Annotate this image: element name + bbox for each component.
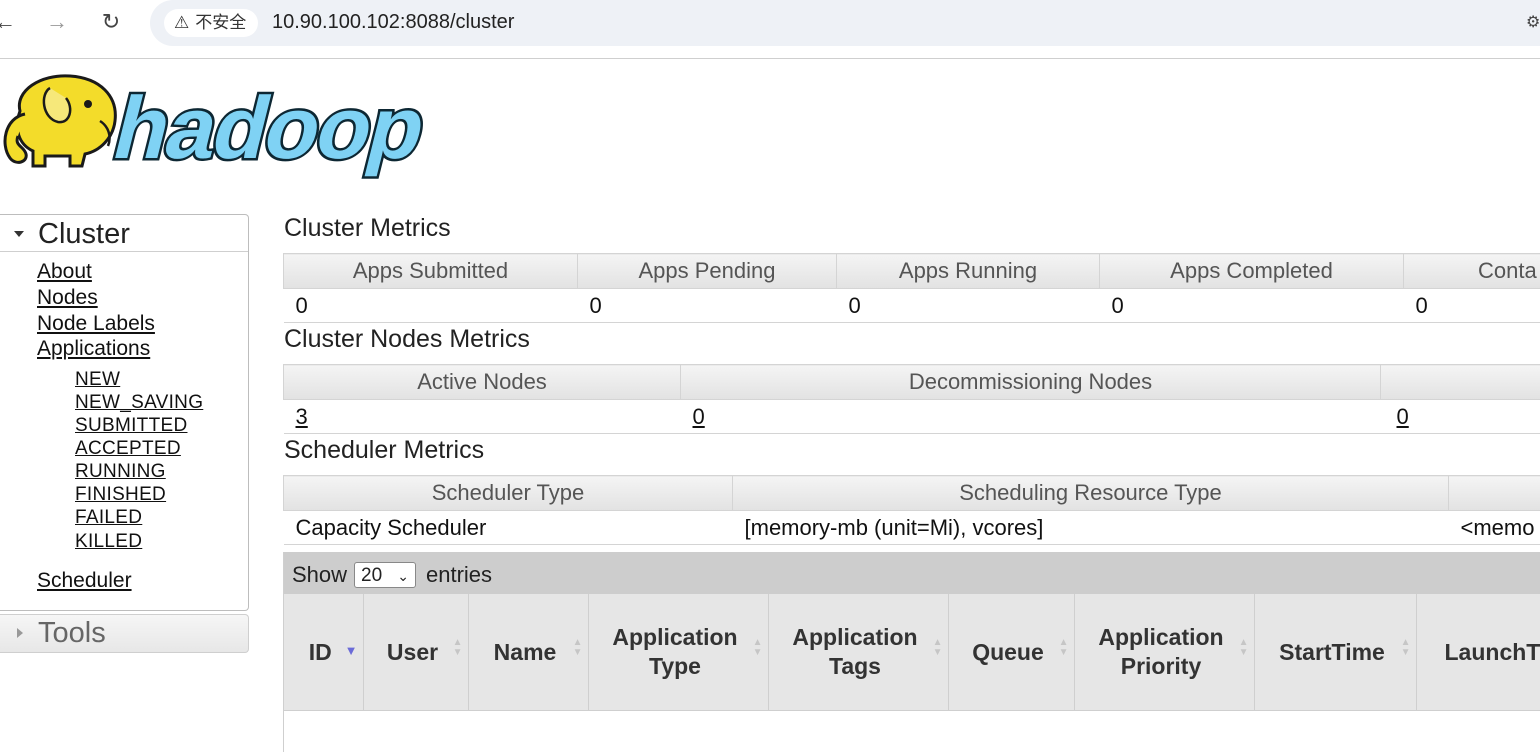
value-apps-completed: 0 bbox=[1100, 289, 1404, 323]
scheduler-metrics-table: Scheduler Type Scheduling Resource Type … bbox=[283, 475, 1540, 545]
value-apps-submitted: 0 bbox=[284, 289, 578, 323]
sidebar-cluster-panel: Cluster About Nodes Node Labels Applicat… bbox=[0, 214, 249, 611]
sidebar-link-applications[interactable]: Applications bbox=[37, 337, 150, 361]
sort-icon: ▲▼ bbox=[933, 638, 943, 658]
column-header-application-type[interactable]: Application Type▲▼ bbox=[588, 594, 768, 711]
column-header-launchtime[interactable]: LaunchTi bbox=[1416, 594, 1540, 711]
header-apps-completed: Apps Completed bbox=[1100, 254, 1404, 289]
value-decommissioning-nodes[interactable]: 0 bbox=[693, 404, 705, 429]
column-header-id[interactable]: ID▼ bbox=[284, 594, 363, 711]
entries-toolbar: Show 20 ⌄ entries bbox=[284, 552, 1540, 594]
column-header-queue[interactable]: Queue▲▼ bbox=[948, 594, 1074, 711]
column-header-user[interactable]: User▲▼ bbox=[363, 594, 468, 711]
value-active-nodes[interactable]: 3 bbox=[296, 404, 308, 429]
url-text[interactable]: 10.90.100.102:8088/cluster bbox=[272, 11, 514, 34]
cluster-metrics-table: Apps Submitted Apps Pending Apps Running… bbox=[283, 253, 1540, 323]
cluster-section-title: Cluster bbox=[38, 218, 130, 251]
elephant-icon bbox=[5, 76, 115, 166]
column-header-application-priority[interactable]: Application Priority▲▼ bbox=[1074, 594, 1254, 711]
applications-table-wrapper: Show 20 ⌄ entries ID▼ User▲▼ Name▲▼ Appl… bbox=[283, 552, 1540, 752]
header-scheduling-resource-type: Scheduling Resource Type bbox=[733, 476, 1449, 511]
sidebar-link-scheduler[interactable]: Scheduler bbox=[37, 569, 132, 593]
cluster-section-header[interactable]: Cluster bbox=[0, 215, 248, 252]
header-scheduler-more bbox=[1449, 476, 1540, 511]
caret-down-icon bbox=[14, 231, 24, 237]
header-scheduler-type: Scheduler Type bbox=[284, 476, 733, 511]
sidebar-link-node-labels[interactable]: Node Labels bbox=[37, 312, 155, 336]
browser-menu-icon[interactable]: ⚙ bbox=[1526, 12, 1540, 32]
sort-desc-icon: ▼ bbox=[345, 646, 358, 656]
value-scheduling-resource-type: [memory-mb (unit=Mi), vcores] bbox=[733, 511, 1449, 545]
nodes-metrics-title: Cluster Nodes Metrics bbox=[284, 325, 530, 354]
sidebar-link-about[interactable]: About bbox=[37, 260, 92, 284]
value-nodes-more[interactable]: 0 bbox=[1397, 404, 1409, 429]
column-header-starttime[interactable]: StartTime▲▼ bbox=[1254, 594, 1416, 711]
entries-label: entries bbox=[426, 562, 492, 588]
reload-icon[interactable]: ↻ bbox=[98, 9, 124, 35]
forward-icon[interactable]: → bbox=[44, 9, 70, 35]
app-state-finished[interactable]: FINISHED bbox=[75, 484, 166, 506]
scheduler-metrics-title: Scheduler Metrics bbox=[284, 436, 484, 465]
warning-icon: ⚠ bbox=[174, 9, 189, 37]
value-scheduler-more: <memo bbox=[1449, 511, 1540, 545]
header-nodes-more bbox=[1381, 365, 1540, 400]
app-state-new[interactable]: NEW bbox=[75, 369, 120, 391]
app-state-new-saving[interactable]: NEW_SAVING bbox=[75, 392, 203, 414]
header-apps-running: Apps Running bbox=[837, 254, 1100, 289]
caret-right-icon bbox=[17, 628, 23, 638]
hadoop-logo[interactable]: hadoop bbox=[0, 66, 450, 184]
sort-icon: ▲▼ bbox=[753, 638, 763, 658]
sidebar-link-nodes[interactable]: Nodes bbox=[37, 286, 98, 310]
chevron-down-icon: ⌄ bbox=[397, 563, 409, 589]
sort-icon: ▲▼ bbox=[1239, 638, 1249, 658]
cluster-metrics-title: Cluster Metrics bbox=[284, 214, 451, 243]
header-containers: Conta bbox=[1404, 254, 1540, 289]
page-divider bbox=[0, 58, 1540, 59]
value-apps-running: 0 bbox=[837, 289, 1100, 323]
back-icon[interactable]: ← bbox=[0, 9, 18, 35]
value-scheduler-type: Capacity Scheduler bbox=[284, 511, 733, 545]
value-apps-pending: 0 bbox=[578, 289, 837, 323]
header-active-nodes: Active Nodes bbox=[284, 365, 681, 400]
sort-icon: ▲▼ bbox=[453, 638, 463, 658]
security-indicator[interactable]: ⚠不安全 bbox=[164, 9, 258, 37]
app-state-failed[interactable]: FAILED bbox=[75, 507, 142, 529]
nodes-metrics-table: Active Nodes Decommissioning Nodes 3 0 0 bbox=[283, 364, 1540, 434]
sort-icon: ▲▼ bbox=[573, 638, 583, 658]
tools-section-title: Tools bbox=[38, 617, 106, 650]
header-decommissioning-nodes: Decommissioning Nodes bbox=[681, 365, 1381, 400]
header-apps-submitted: Apps Submitted bbox=[284, 254, 578, 289]
app-state-killed[interactable]: KILLED bbox=[75, 531, 142, 553]
app-state-submitted[interactable]: SUBMITTED bbox=[75, 415, 187, 437]
hadoop-wordmark: hadoop bbox=[104, 78, 434, 176]
show-label: Show bbox=[292, 562, 347, 588]
svg-text:hadoop: hadoop bbox=[104, 78, 434, 176]
tools-section-header[interactable]: Tools bbox=[0, 614, 249, 653]
entries-select[interactable]: 20 ⌄ bbox=[354, 562, 416, 588]
app-state-running[interactable]: RUNNING bbox=[75, 461, 166, 483]
sort-icon: ▲▼ bbox=[1401, 638, 1411, 658]
column-header-application-tags[interactable]: Application Tags▲▼ bbox=[768, 594, 948, 711]
header-apps-pending: Apps Pending bbox=[578, 254, 837, 289]
applications-table: ID▼ User▲▼ Name▲▼ Application Type▲▼ App… bbox=[284, 594, 1540, 711]
browser-toolbar: ← → ↻ ⚠不安全 10.90.100.102:8088/cluster ⚙ bbox=[0, 0, 1540, 46]
column-header-name[interactable]: Name▲▼ bbox=[468, 594, 588, 711]
sort-icon: ▲▼ bbox=[1059, 638, 1069, 658]
app-state-accepted[interactable]: ACCEPTED bbox=[75, 438, 181, 460]
value-containers: 0 bbox=[1404, 289, 1540, 323]
address-bar[interactable]: ⚠不安全 10.90.100.102:8088/cluster bbox=[150, 0, 1540, 46]
